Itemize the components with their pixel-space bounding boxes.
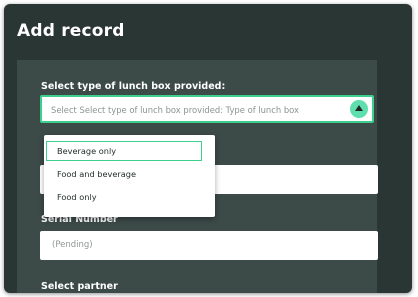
serial-number-field[interactable]: (Pending) xyxy=(40,231,378,260)
serial-number-value: (Pending) xyxy=(52,240,93,250)
add-record-dialog: Add record Select type of lunch box prov… xyxy=(4,4,412,293)
option-food-only[interactable]: Food only xyxy=(46,187,202,207)
lunch-box-dropdown: Beverage only Food and beverage Food onl… xyxy=(44,135,215,217)
lunch-box-label: Select type of lunch box provided: xyxy=(41,81,226,92)
option-beverage-only[interactable]: Beverage only xyxy=(46,141,202,161)
lunch-box-placeholder: Select Select type of lunch box provided… xyxy=(51,105,299,115)
lunch-box-select[interactable]: Select Select type of lunch box provided… xyxy=(40,95,374,123)
partner-label: Select partner xyxy=(41,281,118,292)
option-food-and-beverage[interactable]: Food and beverage xyxy=(46,164,202,184)
chevron-up-icon[interactable] xyxy=(350,100,368,118)
dialog-title: Add record xyxy=(17,21,125,41)
